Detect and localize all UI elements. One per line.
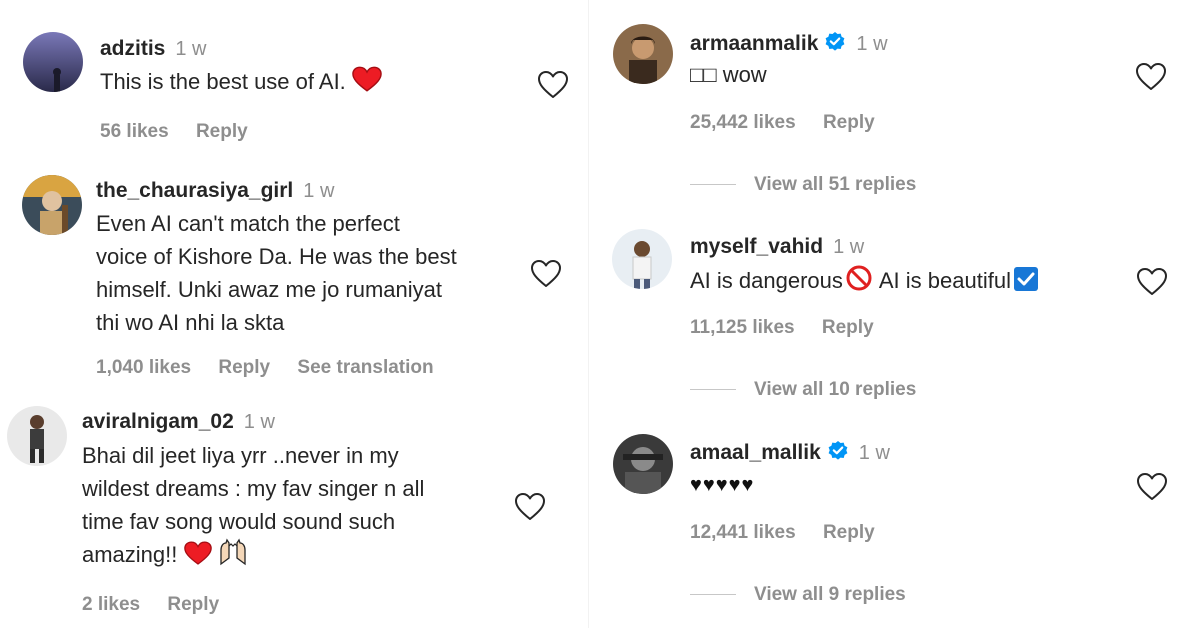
replies-line [690, 184, 736, 186]
timestamp: 1 w [175, 38, 207, 60]
avatar[interactable] [23, 32, 83, 92]
comment-text: AI is dangerous AI is beautiful [690, 264, 1130, 297]
reply-button[interactable]: Reply [167, 594, 219, 615]
avatar[interactable] [7, 406, 67, 466]
reply-button[interactable]: Reply [823, 522, 875, 543]
heart-outline-icon[interactable] [1135, 62, 1167, 92]
timestamp: 1 w [856, 33, 888, 55]
verified-badge-icon [824, 31, 846, 53]
username[interactable]: armaanmalik 1 w [690, 31, 888, 56]
comment-meta: 2 likes Reply [82, 594, 241, 616]
comment-amaal-mallik: amaal_mallik 1 w ♥♥♥♥♥ 12,441 likes Reply… [595, 420, 1200, 628]
avatar[interactable] [22, 175, 82, 235]
timestamp: 1 w [858, 442, 890, 464]
red-heart-emoji-icon [184, 541, 212, 566]
likes-count[interactable]: 11,125 likes [690, 317, 795, 338]
prohibited-emoji-icon [846, 265, 872, 291]
heart-outline-icon[interactable] [514, 492, 546, 522]
comment-text: This is the best use of AI. [100, 65, 530, 98]
comment-text: □□ wow [690, 62, 767, 87]
username[interactable]: amaal_mallik 1 w [690, 440, 890, 465]
comment-meta: 56 likes Reply [100, 121, 270, 143]
reply-button[interactable]: Reply [218, 357, 270, 378]
comment-text: Even AI can't match the perfect voice of… [96, 211, 457, 335]
avatar[interactable] [613, 24, 673, 84]
reply-button[interactable]: Reply [822, 317, 874, 338]
comment-the-chaurasiya-girl: the_chaurasiya_girl 1 w Even AI can't mat… [0, 165, 582, 385]
comment-armaanmalik: armaanmalik 1 w □□ wow 25,442 likes Reply… [595, 0, 1200, 210]
right-comments-panel: armaanmalik 1 w □□ wow 25,442 likes Reply… [595, 0, 1200, 628]
comment-meta: 11,125 likes Reply [690, 317, 896, 339]
comment-myself-vahid: myself_vahid 1 w AI is dangerous AI is be… [595, 215, 1200, 420]
avatar[interactable] [613, 434, 673, 494]
verified-badge-icon [827, 440, 849, 462]
username[interactable]: the_chaurasiya_girl 1 w [96, 179, 334, 203]
comment-adzitis: adzitis 1 w This is the best use of AI. 5… [0, 0, 582, 160]
reply-button[interactable]: Reply [196, 121, 248, 142]
comment-text: ♥♥♥♥♥ [690, 474, 755, 496]
username[interactable]: adzitis 1 w [100, 37, 206, 61]
heart-outline-icon[interactable] [1136, 472, 1168, 502]
check-box-emoji-icon [1013, 267, 1038, 291]
likes-count[interactable]: 1,040 likes [96, 357, 191, 378]
comment-meta: 25,442 likes Reply [690, 112, 897, 134]
heart-outline-icon[interactable] [1136, 267, 1168, 297]
left-comments-panel: adzitis 1 w This is the best use of AI. 5… [0, 0, 582, 628]
heart-outline-icon[interactable] [530, 259, 562, 289]
view-replies-button[interactable]: View all 9 replies [690, 584, 906, 606]
avatar[interactable] [612, 229, 672, 289]
comment-meta: 1,040 likes Reply See translation [96, 357, 456, 379]
timestamp: 1 w [833, 236, 865, 258]
likes-count[interactable]: 2 likes [82, 594, 140, 615]
username[interactable]: myself_vahid 1 w [690, 235, 864, 259]
comment-text: Bhai dil jeet liya yrr ..never in my wil… [82, 443, 425, 567]
timestamp: 1 w [303, 180, 335, 202]
likes-count[interactable]: 25,442 likes [690, 112, 796, 133]
likes-count[interactable]: 12,441 likes [690, 522, 796, 543]
view-replies-button[interactable]: View all 51 replies [690, 174, 916, 196]
replies-line [690, 594, 736, 596]
likes-count[interactable]: 56 likes [100, 121, 169, 142]
see-translation-link[interactable]: See translation [297, 357, 433, 378]
timestamp: 1 w [243, 411, 275, 433]
column-divider [588, 0, 589, 628]
replies-line [690, 389, 736, 391]
reply-button[interactable]: Reply [823, 112, 875, 133]
heart-outline-icon[interactable] [537, 70, 569, 100]
comment-meta: 12,441 likes Reply [690, 522, 897, 544]
view-replies-button[interactable]: View all 10 replies [690, 379, 916, 401]
comment-aviralnigam-02: aviralnigam_02 1 w Bhai dil jeet liya yrr… [0, 400, 582, 628]
username[interactable]: aviralnigam_02 1 w [82, 410, 275, 434]
red-heart-emoji-icon [352, 66, 382, 93]
raised-hands-emoji-icon [219, 538, 246, 566]
